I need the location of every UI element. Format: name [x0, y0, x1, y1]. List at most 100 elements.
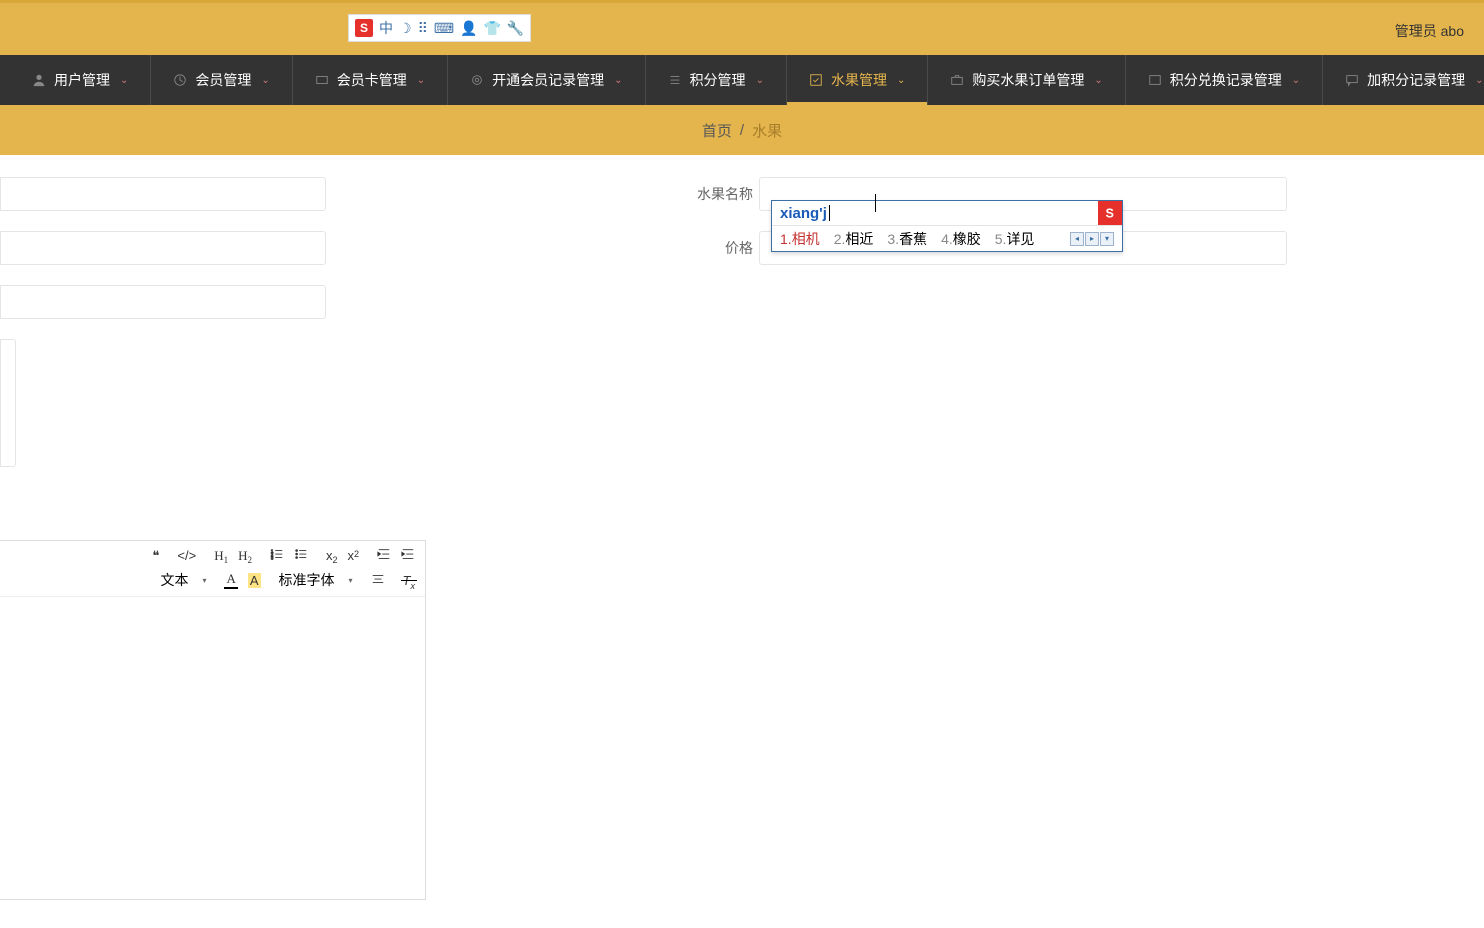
font-color-button[interactable]: A	[224, 571, 237, 589]
ime-candidate-popup: xiang'j S 1.相机 2.相近 3.香蕉 4.橡胶 5.详见 ◂ ▸ ▾	[771, 200, 1123, 252]
paragraph-style-select[interactable]: 文本 ▾	[160, 570, 206, 590]
ime-candidate-5[interactable]: 5.详见	[995, 229, 1035, 249]
nav-fruit-mgmt[interactable]: 水果管理 ⌄	[787, 55, 928, 105]
breadcrumb-separator: /	[740, 122, 744, 139]
font-family-label: 标准字体	[279, 570, 335, 590]
chevron-down-icon: ⌄	[1292, 75, 1300, 86]
cropped-textarea[interactable]	[0, 339, 16, 467]
moon-icon[interactable]: ☽	[399, 20, 412, 37]
ime-mode-indicator[interactable]: 中	[379, 18, 393, 38]
code-button[interactable]: </>	[177, 548, 196, 563]
editor-toolbar: ❝ </> H1 H2 123 x2 x2	[0, 541, 425, 597]
nav-label: 水果管理	[831, 70, 887, 90]
nav-label: 会员管理	[195, 70, 251, 90]
paragraph-style-label: 文本	[160, 570, 188, 590]
nav-buy-fruit-order-mgmt[interactable]: 购买水果订单管理 ⌄	[928, 55, 1125, 105]
ime-text-caret	[829, 205, 830, 221]
cropped-input-1[interactable]	[0, 177, 326, 211]
cropped-input-3[interactable]	[0, 285, 326, 319]
header-bar: S 中 ☽ ⠿ ⌨ 👤 👕 🔧 管理员 abo	[0, 3, 1484, 55]
sogou-logo-icon: S	[355, 19, 373, 37]
outdent-button[interactable]	[377, 547, 391, 564]
active-underline	[787, 102, 927, 105]
nav-member-card-mgmt[interactable]: 会员卡管理 ⌄	[293, 55, 448, 105]
nav-label: 积分管理	[690, 70, 746, 90]
nav-label: 积分兑换记录管理	[1170, 70, 1282, 90]
editor-toolbar-row-1: ❝ </> H1 H2 123 x2 x2	[0, 547, 415, 564]
ime-candidate-list: 1.相机 2.相近 3.香蕉 4.橡胶 5.详见 ◂ ▸ ▾	[772, 225, 1122, 251]
nav-points-mgmt[interactable]: 积分管理 ⌄	[646, 55, 787, 105]
h2-button[interactable]: H2	[238, 548, 252, 564]
text-cursor-indicator	[875, 194, 877, 212]
breadcrumb-home[interactable]: 首页	[702, 120, 732, 141]
person-icon[interactable]: 👤	[460, 20, 477, 37]
nav-user-mgmt[interactable]: 用户管理 ⌄	[0, 55, 151, 105]
ime-candidate-1[interactable]: 1.相机	[780, 229, 820, 249]
nav-label: 加积分记录管理	[1367, 70, 1465, 90]
exchange-icon	[1148, 73, 1162, 87]
align-button[interactable]	[371, 572, 385, 589]
indent-button[interactable]	[401, 547, 415, 564]
nav-label: 会员卡管理	[337, 70, 407, 90]
checkbox-icon	[809, 73, 823, 87]
nav-label: 购买水果订单管理	[972, 70, 1084, 90]
sogou-badge-icon: S	[1098, 201, 1122, 225]
chevron-down-icon: ⌄	[1094, 75, 1102, 86]
ime-candidate-2[interactable]: 2.相近	[834, 229, 874, 249]
ime-candidate-4[interactable]: 4.橡胶	[941, 229, 981, 249]
nav-member-mgmt[interactable]: 会员管理 ⌄	[151, 55, 292, 105]
admin-user-label[interactable]: 管理员 abo	[1395, 21, 1464, 41]
price-label: 价格	[697, 238, 753, 258]
punctuation-icon[interactable]: ⠿	[418, 20, 428, 37]
ime-input-line: xiang'j S	[772, 201, 1122, 225]
chevron-down-icon: ⌄	[897, 75, 905, 86]
nav-open-member-record-mgmt[interactable]: 开通会员记录管理 ⌄	[448, 55, 645, 105]
ime-page-prev[interactable]: ◂	[1070, 232, 1084, 246]
ime-candidate-3[interactable]: 3.香蕉	[887, 229, 927, 249]
chevron-down-icon: ⌄	[1475, 75, 1483, 86]
caret-icon: ▾	[349, 576, 353, 585]
cropped-input-2[interactable]	[0, 231, 326, 265]
user-icon	[32, 73, 46, 87]
highlight-button[interactable]: A	[248, 573, 261, 588]
ime-page-more[interactable]: ▾	[1100, 232, 1114, 246]
chevron-down-icon: ⌄	[417, 75, 425, 86]
skin-icon[interactable]: 👕	[483, 20, 500, 37]
svg-text:3: 3	[271, 555, 274, 560]
unordered-list-button[interactable]	[294, 547, 308, 564]
chevron-down-icon: ⌄	[261, 75, 269, 86]
rich-text-editor: ❝ </> H1 H2 123 x2 x2	[0, 540, 426, 900]
ime-pinyin-text: xiang'j	[780, 205, 827, 222]
quote-button[interactable]: ❝	[152, 548, 159, 564]
nav-label: 用户管理	[54, 70, 110, 90]
editor-content-area[interactable]	[0, 597, 425, 897]
caret-icon: ▾	[202, 576, 206, 585]
nav-add-points-record-mgmt[interactable]: 加积分记录管理 ⌄	[1323, 55, 1484, 105]
h1-button[interactable]: H1	[214, 548, 228, 564]
clock-icon	[173, 73, 187, 87]
nav-label: 开通会员记录管理	[492, 70, 604, 90]
subscript-button[interactable]: x2	[326, 548, 338, 563]
editor-toolbar-row-2: 文本 ▾ A A 标准字体 ▾ Tx	[0, 570, 415, 590]
keyboard-icon[interactable]: ⌨	[434, 20, 454, 37]
superscript-button[interactable]: x2	[347, 548, 359, 563]
target-icon	[470, 73, 484, 87]
clear-format-button[interactable]: Tx	[403, 573, 415, 588]
font-family-select[interactable]: 标准字体 ▾	[279, 570, 353, 590]
card-icon	[315, 73, 329, 87]
comment-icon	[1345, 73, 1359, 87]
ime-system-toolbar[interactable]: S 中 ☽ ⠿ ⌨ 👤 👕 🔧	[348, 14, 531, 42]
chevron-down-icon: ⌄	[120, 75, 128, 86]
breadcrumb: 首页 / 水果	[0, 105, 1484, 155]
ime-page-next[interactable]: ▸	[1085, 232, 1099, 246]
list-icon	[668, 73, 682, 87]
ordered-list-button[interactable]: 123	[270, 547, 284, 564]
fruit-name-label: 水果名称	[697, 184, 753, 204]
settings-wrench-icon[interactable]: 🔧	[507, 20, 524, 37]
ime-pager: ◂ ▸ ▾	[1070, 232, 1114, 246]
main-navbar: 用户管理 ⌄ 会员管理 ⌄ 会员卡管理 ⌄ 开通会员记录管理 ⌄ 积分管理 ⌄ …	[0, 55, 1484, 105]
chevron-down-icon: ⌄	[614, 75, 622, 86]
nav-points-exchange-record-mgmt[interactable]: 积分兑换记录管理 ⌄	[1126, 55, 1323, 105]
briefcase-icon	[950, 73, 964, 87]
breadcrumb-current: 水果	[752, 120, 782, 141]
